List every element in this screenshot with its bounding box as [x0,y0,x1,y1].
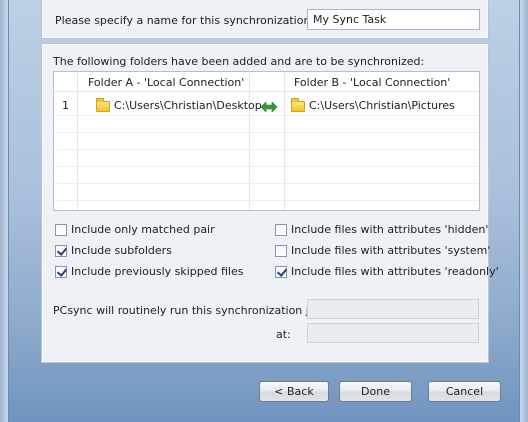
sync-direction-column [250,72,285,210]
checkbox-box[interactable] [55,244,67,257]
checkbox-label: Include files with attributes 'hidden' [291,223,489,236]
folder-icon [96,98,110,112]
folder-b-path: C:\Users\Christian\Pictures [309,99,455,112]
back-button[interactable]: < Back [259,381,329,402]
folder-a-column [78,72,250,210]
include-matched-pair-checkbox[interactable]: Include only matched pair [55,223,215,236]
row-divider [54,166,479,167]
checkbox-label: Include only matched pair [71,223,215,236]
schedule-time-field [307,323,479,343]
checkbox-label: Include subfolders [71,244,172,257]
schedule-at-label: at: [276,328,291,341]
done-button[interactable]: Done [339,381,412,402]
folders-panel: The following folders have been added an… [42,44,499,362]
include-hidden-files-checkbox[interactable]: Include files with attributes 'hidden' [275,223,488,236]
schedule-frequency-field [307,299,479,319]
checkbox-box[interactable] [55,223,67,236]
include-skipped-files-checkbox[interactable]: Include previously skipped files [55,265,243,278]
window-frame-right [519,0,528,422]
checkbox-label: Include previously skipped files [71,265,244,278]
row-divider [54,200,479,201]
row-divider [54,115,479,116]
include-readonly-files-checkbox[interactable]: Include files with attributes 'readonly' [275,265,499,278]
checkbox-box[interactable] [55,265,67,278]
job-name-panel: Please specify a name for this synchroni… [42,0,488,38]
index-column [54,72,78,210]
folder-a-header[interactable]: Folder A - 'Local Connection' [88,76,244,89]
checkbox-box[interactable] [275,223,287,236]
folders-intro-label: The following folders have been added an… [53,55,425,68]
folder-a-path: C:\Users\Christian\Desktop [114,99,262,112]
window-frame-left [0,0,9,422]
row-divider [54,183,479,184]
include-system-files-checkbox[interactable]: Include files with attributes 'system' [275,244,490,257]
job-name-label: Please specify a name for this synchroni… [55,14,335,27]
checkbox-box[interactable] [275,265,287,278]
table-header: Folder A - 'Local Connection' Folder B -… [54,72,479,92]
sync-both-ways-icon[interactable] [261,102,277,112]
checkbox-box[interactable] [275,244,287,257]
row-index: 1 [62,99,69,112]
checkbox-label: Include files with attributes 'system' [291,244,491,257]
schedule-run-label: PCsync will routinely run this synchroni… [53,304,327,317]
job-name-input[interactable] [307,9,480,30]
folder-pairs-table[interactable]: Folder A - 'Local Connection' Folder B -… [53,71,480,211]
row-divider [54,149,479,150]
include-subfolders-checkbox[interactable]: Include subfolders [55,244,172,257]
folder-icon [291,98,305,112]
folder-b-header[interactable]: Folder B - 'Local Connection' [294,76,450,89]
checkbox-label: Include files with attributes 'readonly' [291,265,499,278]
cancel-button[interactable]: Cancel [428,381,501,402]
row-divider [54,132,479,133]
